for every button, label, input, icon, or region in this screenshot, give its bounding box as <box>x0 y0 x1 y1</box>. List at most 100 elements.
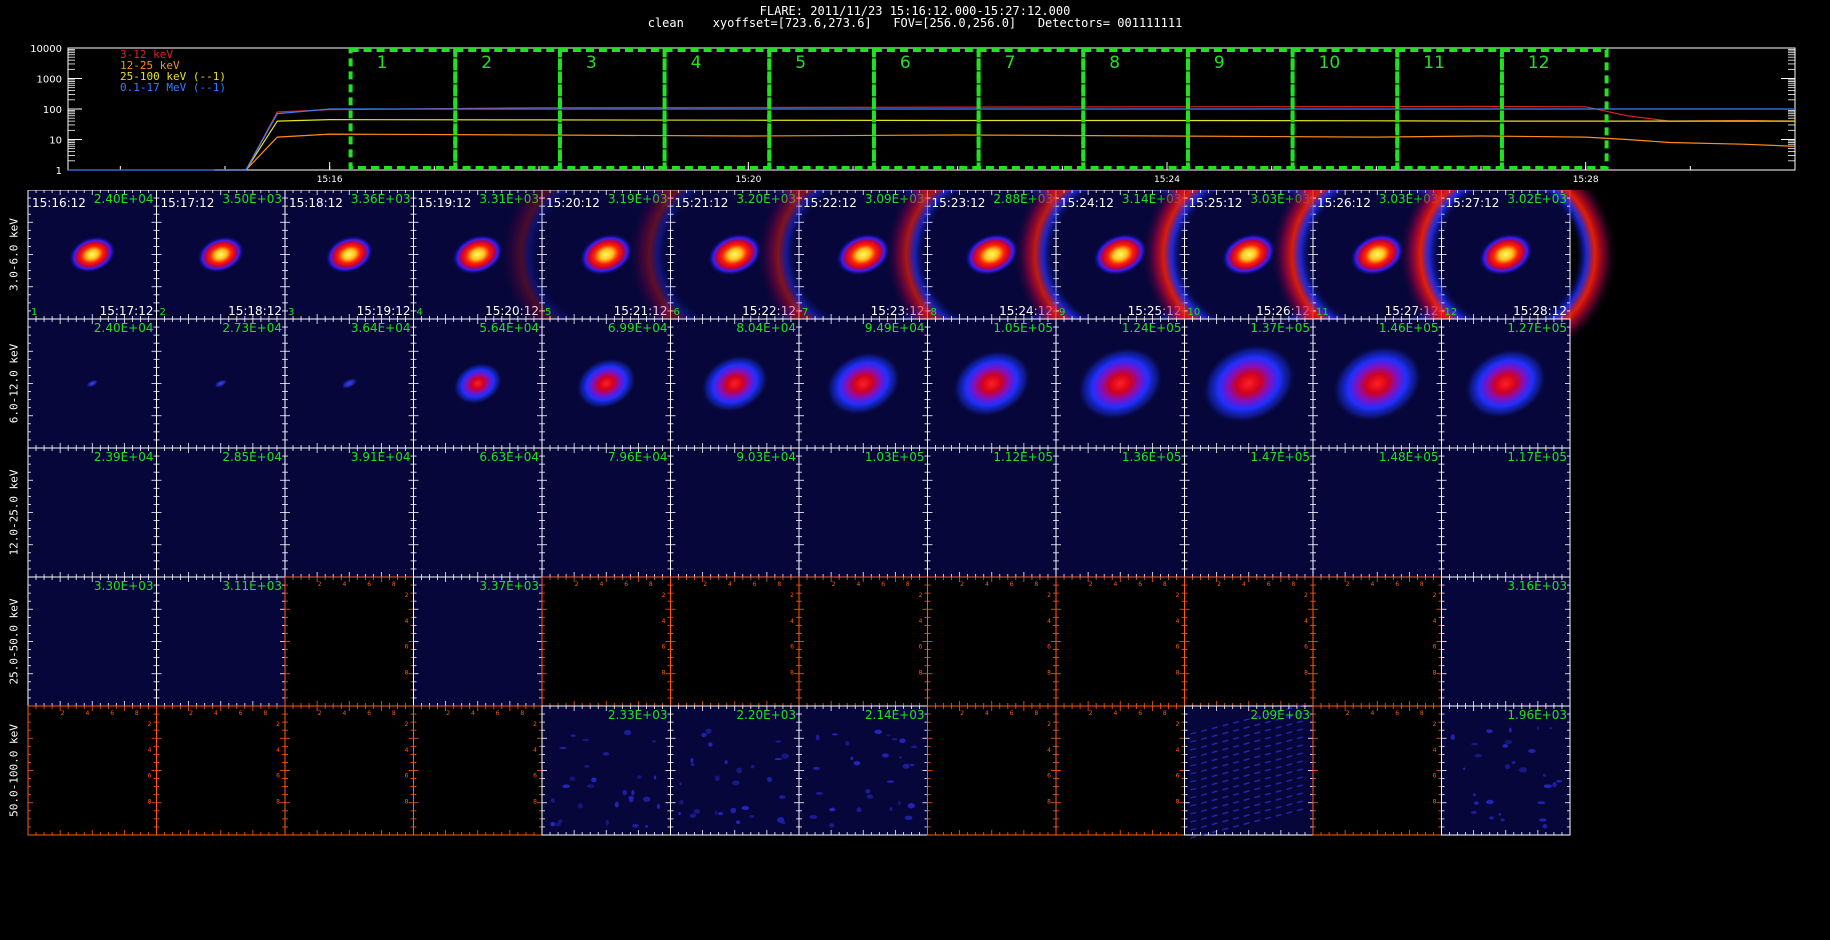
noise-speck <box>886 780 895 783</box>
noise-speck <box>645 825 648 828</box>
start-time-label: 15:20:12 <box>546 196 600 210</box>
empty-tick-label: 6 <box>533 773 537 780</box>
empty-tick-label: 8 <box>1034 581 1038 588</box>
noise-speck <box>643 796 651 802</box>
empty-tick-label: 4 <box>86 710 90 717</box>
noise-speck <box>898 801 901 806</box>
peak-value-label: 9.49E+04 <box>865 321 925 335</box>
image-cell: 2.14E+03 <box>798 705 928 836</box>
image-cell-frame <box>1184 447 1314 578</box>
noise-speck <box>581 738 590 742</box>
image-cell: 2.40E+04 15:16:12 15:17:12 1 <box>27 190 157 320</box>
empty-tick-label: 4 <box>1371 710 1375 717</box>
empty-tick-label: 6 <box>1138 710 1142 717</box>
empty-tick-label: 6 <box>1433 644 1437 651</box>
noise-speck <box>1536 726 1540 731</box>
noise-speck <box>832 733 838 736</box>
peak-value-label: 3.64E+04 <box>351 321 411 335</box>
peak-value-label: 2.73E+04 <box>222 321 282 335</box>
empty-tick-label: 2 <box>960 581 964 588</box>
noise-speck <box>570 734 576 737</box>
noise-speck <box>569 776 576 782</box>
empty-tick-label: 4 <box>1047 747 1051 754</box>
empty-tick-label: 4 <box>1371 581 1375 588</box>
noise-speck <box>714 810 718 816</box>
empty-tick-label: 6 <box>1138 581 1142 588</box>
start-time-label: 15:19:12 <box>418 196 472 210</box>
empty-tick-label: 8 <box>1433 669 1437 676</box>
empty-tick-label: 6 <box>367 710 371 717</box>
peak-value-label: 1.24E+05 <box>1122 321 1182 335</box>
empty-tick-label: 6 <box>367 581 371 588</box>
image-cell: 2.39E+04 <box>27 447 157 578</box>
empty-tick-label: 2 <box>575 581 579 588</box>
empty-tick-label: 6 <box>110 710 114 717</box>
noise-speck <box>815 734 820 741</box>
empty-tick-label: 8 <box>533 798 537 805</box>
interval-index-label: 5 <box>545 307 551 318</box>
noise-speck <box>562 784 570 789</box>
image-cell-frame <box>1312 576 1442 707</box>
noise-speck <box>614 801 619 808</box>
noise-speck <box>1511 761 1516 764</box>
noise-speck <box>904 815 913 821</box>
peak-value-label: 8.04E+04 <box>736 321 796 335</box>
start-time-label: 15:24:12 <box>1060 196 1114 210</box>
image-cell-frame <box>1184 576 1314 707</box>
image-cell-frame <box>284 705 414 836</box>
image-cell: 1.24E+05 <box>1055 318 1185 449</box>
image-cell: 2 2 4 4 6 6 8 8 <box>1055 576 1185 707</box>
noise-speck <box>584 764 590 768</box>
empty-tick-label: 2 <box>703 581 707 588</box>
noise-speck <box>690 757 694 763</box>
noise-speck <box>732 780 740 786</box>
peak-value-label: 3.91E+04 <box>351 450 411 464</box>
empty-tick-label: 4 <box>533 747 537 754</box>
peak-value-label: 5.64E+04 <box>479 321 539 335</box>
interval-label: 1 <box>377 53 388 73</box>
empty-tick-label: 4 <box>728 581 732 588</box>
interval-index-label: 9 <box>1059 307 1065 318</box>
image-cell: 2 2 4 4 6 6 8 8 <box>284 576 414 707</box>
interval-index-label: 3 <box>288 307 294 318</box>
peak-value-label: 1.46E+05 <box>1379 321 1439 335</box>
empty-tick-label: 8 <box>1176 669 1180 676</box>
empty-tick-label: 8 <box>1433 798 1437 805</box>
empty-tick-label: 6 <box>1010 581 1014 588</box>
peak-value-label: 9.03E+04 <box>736 450 796 464</box>
start-time-label: 15:18:12 <box>289 196 343 210</box>
peak-value-label: 1.48E+05 <box>1379 450 1439 464</box>
empty-tick-label: 8 <box>276 798 280 805</box>
noise-speck <box>693 809 701 814</box>
empty-tick-label: 8 <box>662 669 666 676</box>
image-cell: 1.47E+05 <box>1184 447 1314 578</box>
noise-speck <box>749 815 755 818</box>
empty-tick-label: 2 <box>1304 592 1308 599</box>
interval-index-label: 8 <box>931 307 937 318</box>
empty-tick-label: 4 <box>276 747 280 754</box>
image-cell: 1.05E+05 <box>927 318 1057 449</box>
empty-tick-label: 8 <box>1420 581 1424 588</box>
peak-value-label: 2.20E+03 <box>736 708 796 722</box>
noise-speck <box>735 820 741 825</box>
empty-tick-label: 6 <box>405 773 409 780</box>
noise-speck <box>781 753 790 759</box>
empty-tick-label: 4 <box>1114 581 1118 588</box>
image-cell: 2 2 4 4 6 6 8 8 <box>541 576 671 707</box>
image-cell: 2 2 4 4 6 6 8 8 <box>927 576 1057 707</box>
image-cell-frame <box>798 576 928 707</box>
noise-speck <box>628 796 634 803</box>
image-cell-frame <box>927 705 1057 836</box>
empty-tick-label: 2 <box>1176 721 1180 728</box>
energy-band-label: 3.0-6.0 keV <box>7 217 21 291</box>
image-cell-frame <box>927 447 1057 578</box>
empty-tick-label: 6 <box>148 773 152 780</box>
noise-speck <box>622 789 628 796</box>
noise-speck <box>652 740 656 743</box>
image-cell-frame <box>1055 576 1185 707</box>
image-cell-frame <box>541 705 671 836</box>
noise-speck <box>741 805 750 811</box>
empty-tick-label: 6 <box>790 644 794 651</box>
peak-value-label: 2.39E+04 <box>94 450 154 464</box>
noise-speck <box>866 794 874 799</box>
